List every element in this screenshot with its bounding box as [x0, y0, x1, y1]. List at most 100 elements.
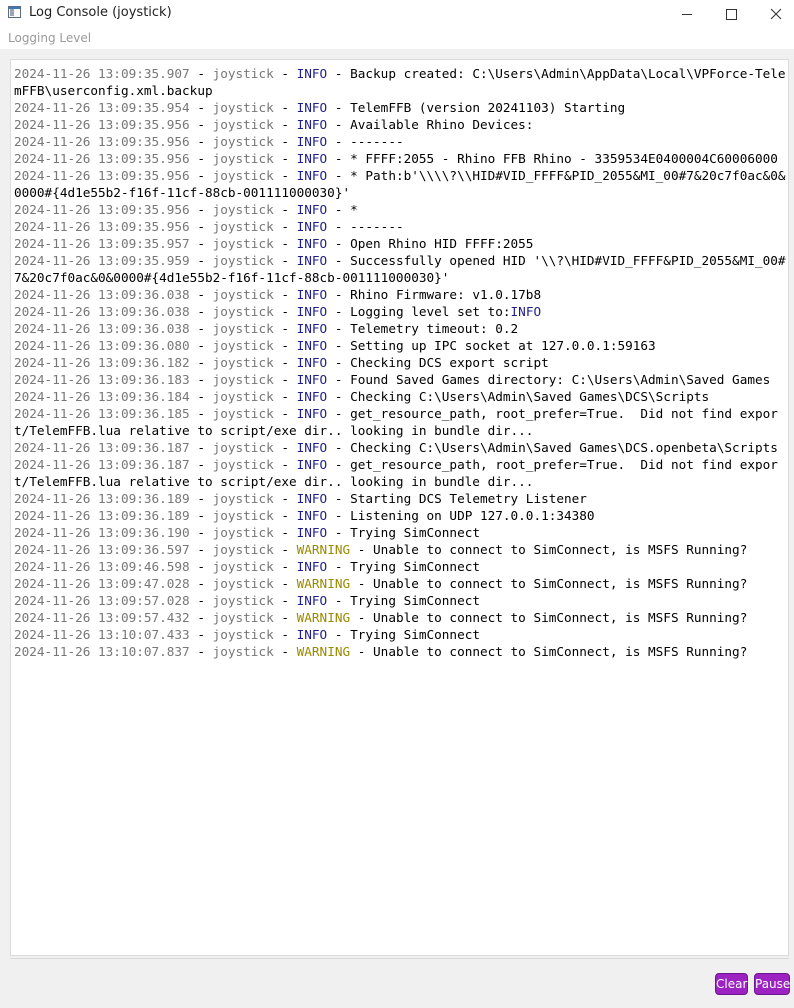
divider	[10, 958, 789, 959]
log-message: -------	[350, 134, 404, 149]
log-line: 2024-11-26 13:09:36.183 - joystick - INF…	[14, 371, 788, 388]
log-source: joystick	[212, 576, 274, 591]
log-level: INFO	[296, 321, 328, 336]
log-message: Setting up IPC socket at 127.0.0.1:59163	[350, 338, 656, 353]
log-source: joystick	[212, 627, 274, 642]
log-timestamp: 2024-11-26 13:09:35.957	[14, 236, 190, 251]
maximize-icon	[725, 8, 737, 20]
log-source: joystick	[212, 610, 274, 625]
log-timestamp: 2024-11-26 13:09:36.080	[14, 338, 190, 353]
log-separator: -	[273, 627, 297, 642]
log-message: Trying SimConnect	[350, 593, 480, 608]
log-source: joystick	[212, 457, 274, 472]
log-separator: -	[189, 406, 213, 421]
log-separator: -	[273, 389, 297, 404]
log-separator: -	[273, 372, 297, 387]
log-message: Unable to connect to SimConnect, is MSFS…	[373, 644, 748, 659]
log-source: joystick	[212, 202, 274, 217]
log-separator: -	[273, 542, 297, 557]
log-level: INFO	[296, 151, 328, 166]
log-separator: -	[189, 236, 213, 251]
log-level: WARNING	[296, 644, 351, 659]
log-separator: -	[327, 202, 351, 217]
log-source: joystick	[212, 151, 274, 166]
log-message: Trying SimConnect	[350, 559, 480, 574]
log-separator: -	[273, 202, 297, 217]
log-source: joystick	[212, 593, 274, 608]
log-line: 2024-11-26 13:09:46.598 - joystick - INF…	[14, 558, 788, 575]
log-separator: -	[189, 134, 213, 149]
log-separator: -	[327, 440, 351, 455]
log-source: joystick	[212, 338, 274, 353]
log-source: joystick	[212, 134, 274, 149]
log-separator: -	[189, 219, 213, 234]
log-separator: -	[327, 593, 351, 608]
log-source: joystick	[212, 219, 274, 234]
log-line: 2024-11-26 13:09:36.080 - joystick - INF…	[14, 337, 788, 354]
log-separator: -	[327, 338, 351, 353]
log-separator: -	[327, 508, 351, 523]
log-source: joystick	[212, 508, 274, 523]
log-level: INFO	[296, 508, 328, 523]
maximize-button[interactable]	[708, 0, 754, 28]
log-level: INFO	[296, 627, 328, 642]
log-level: INFO	[296, 406, 328, 421]
log-separator: -	[189, 66, 213, 81]
clear-button[interactable]: Clear	[715, 973, 748, 995]
log-separator: -	[273, 457, 297, 472]
log-separator: -	[189, 287, 213, 302]
log-separator: -	[189, 389, 213, 404]
log-message: Open Rhino HID FFFF:2055	[350, 236, 534, 251]
log-separator: -	[273, 440, 297, 455]
log-line: 2024-11-26 13:09:35.956 - joystick - INF…	[14, 218, 788, 235]
log-message: Unable to connect to SimConnect, is MSFS…	[373, 610, 748, 625]
log-level: INFO	[296, 440, 328, 455]
log-message: Checking C:\Users\Admin\Saved Games\DCS.…	[350, 440, 778, 455]
log-separator: -	[327, 287, 351, 302]
log-separator: -	[327, 117, 351, 132]
log-level: INFO	[296, 253, 328, 268]
log-level: WARNING	[296, 610, 351, 625]
log-level: INFO	[296, 491, 328, 506]
log-source: joystick	[212, 525, 274, 540]
log-level: INFO	[296, 338, 328, 353]
minimize-button[interactable]	[664, 0, 710, 28]
log-separator: -	[273, 508, 297, 523]
title-bar[interactable]: Log Console (joystick)	[0, 0, 794, 28]
log-separator: -	[273, 304, 297, 319]
log-separator: -	[327, 389, 351, 404]
close-button[interactable]	[753, 0, 794, 28]
log-separator: -	[273, 117, 297, 132]
log-timestamp: 2024-11-26 13:09:36.038	[14, 304, 190, 319]
log-separator: -	[189, 508, 213, 523]
pause-button[interactable]: Pause	[754, 973, 790, 995]
log-separator: -	[189, 151, 213, 166]
log-separator: -	[327, 457, 351, 472]
log-separator: -	[189, 321, 213, 336]
log-separator: -	[327, 304, 351, 319]
log-message: Unable to connect to SimConnect, is MSFS…	[373, 542, 748, 557]
log-line: 2024-11-26 13:09:36.038 - joystick - INF…	[14, 320, 788, 337]
log-source: joystick	[212, 117, 274, 132]
log-timestamp: 2024-11-26 13:09:36.038	[14, 321, 190, 336]
log-timestamp: 2024-11-26 13:09:36.183	[14, 372, 190, 387]
log-separator: -	[327, 355, 351, 370]
log-line: 2024-11-26 13:09:35.956 - joystick - INF…	[14, 133, 788, 150]
log-separator: -	[273, 525, 297, 540]
log-line: 2024-11-26 13:09:35.956 - joystick - INF…	[14, 201, 788, 218]
log-separator: -	[273, 593, 297, 608]
menu-logging-level[interactable]: Logging Level	[8, 31, 91, 45]
log-separator: -	[273, 253, 297, 268]
log-message-level: INFO	[510, 304, 542, 319]
log-timestamp: 2024-11-26 13:09:36.182	[14, 355, 190, 370]
log-timestamp: 2024-11-26 13:09:35.956	[14, 117, 190, 132]
log-message: -------	[350, 219, 404, 234]
log-level: INFO	[296, 457, 328, 472]
log-line: 2024-11-26 13:09:36.038 - joystick - INF…	[14, 303, 788, 320]
menu-bar: Logging Level	[0, 28, 794, 49]
log-message: Unable to connect to SimConnect, is MSFS…	[373, 576, 748, 591]
log-timestamp: 2024-11-26 13:09:35.956	[14, 151, 190, 166]
log-separator: -	[327, 151, 351, 166]
log-line: 2024-11-26 13:09:36.185 - joystick - INF…	[14, 405, 788, 439]
log-output[interactable]: 2024-11-26 13:09:35.907 - joystick - INF…	[10, 59, 789, 956]
